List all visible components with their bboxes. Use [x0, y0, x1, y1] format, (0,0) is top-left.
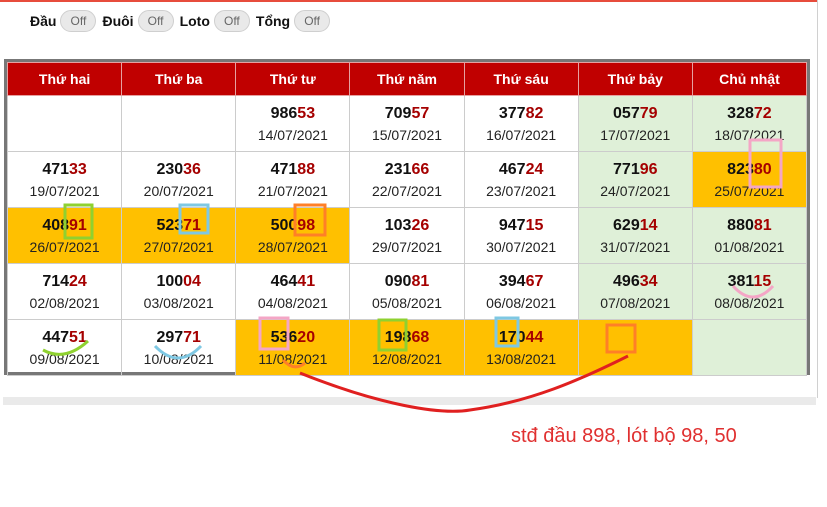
orange-box-mark — [293, 203, 327, 237]
red-connector-curve — [299, 354, 629, 413]
green-check-mark — [42, 339, 90, 356]
pink-box-mark — [258, 316, 290, 351]
pink-check-mark — [731, 284, 775, 299]
green-box-mark — [377, 318, 408, 352]
pink-box-mark — [748, 138, 783, 189]
orange-check-mark — [281, 358, 306, 369]
annotation-note: stđ đầu 898, lót bộ 98, 50 — [511, 425, 737, 447]
orange-box-mark — [605, 323, 637, 354]
blue-box-mark — [494, 316, 520, 348]
blue-box-mark — [178, 203, 210, 235]
blue-check-mark — [153, 344, 203, 360]
green-box-mark — [63, 203, 94, 240]
